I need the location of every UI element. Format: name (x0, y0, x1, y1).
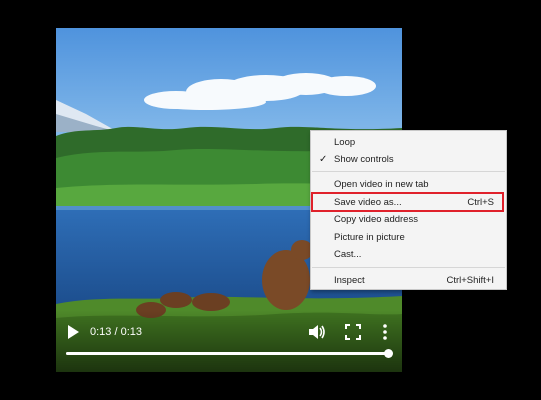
menu-separator (312, 267, 505, 268)
menu-item-label: Save video as... (334, 197, 402, 208)
time-display: 0:13 / 0:13 (90, 326, 142, 338)
progress-bar[interactable] (66, 349, 393, 358)
progress-fill (66, 352, 388, 355)
menu-item-label: Copy video address (334, 214, 418, 225)
menu-item-open-video-new-tab[interactable]: Open video in new tab (311, 176, 506, 193)
menu-item-label: Picture in picture (334, 232, 405, 243)
menu-item-shortcut: Ctrl+S (467, 197, 494, 208)
menu-item-copy-video-address[interactable]: Copy video address (311, 211, 506, 228)
video-controls-bar: 0:13 / 0:13 (56, 310, 402, 372)
menu-item-save-video-as[interactable]: Save video as... Ctrl+S (311, 194, 506, 211)
menu-item-label: Inspect (334, 275, 365, 286)
menu-item-inspect[interactable]: Inspect Ctrl+Shift+I (311, 272, 506, 289)
menu-item-picture-in-picture[interactable]: Picture in picture (311, 229, 506, 246)
play-icon[interactable] (66, 324, 80, 340)
progress-thumb[interactable] (384, 349, 393, 358)
menu-item-loop[interactable]: Loop (311, 134, 506, 151)
menu-item-label: Cast... (334, 249, 362, 260)
menu-item-shortcut: Ctrl+Shift+I (446, 275, 494, 286)
volume-icon[interactable] (308, 323, 326, 341)
menu-item-label: Show controls (334, 154, 394, 165)
checkmark-icon: ✓ (319, 154, 328, 165)
more-vertical-icon[interactable] (380, 322, 390, 342)
menu-item-label: Loop (334, 137, 356, 148)
menu-item-show-controls[interactable]: ✓ Show controls (311, 151, 506, 168)
menu-separator (312, 171, 505, 172)
context-menu: Loop ✓ Show controls Open video in new t… (310, 130, 507, 290)
fullscreen-icon[interactable] (344, 323, 362, 341)
menu-item-label: Open video in new tab (334, 179, 429, 190)
menu-item-cast[interactable]: Cast... (311, 246, 506, 263)
